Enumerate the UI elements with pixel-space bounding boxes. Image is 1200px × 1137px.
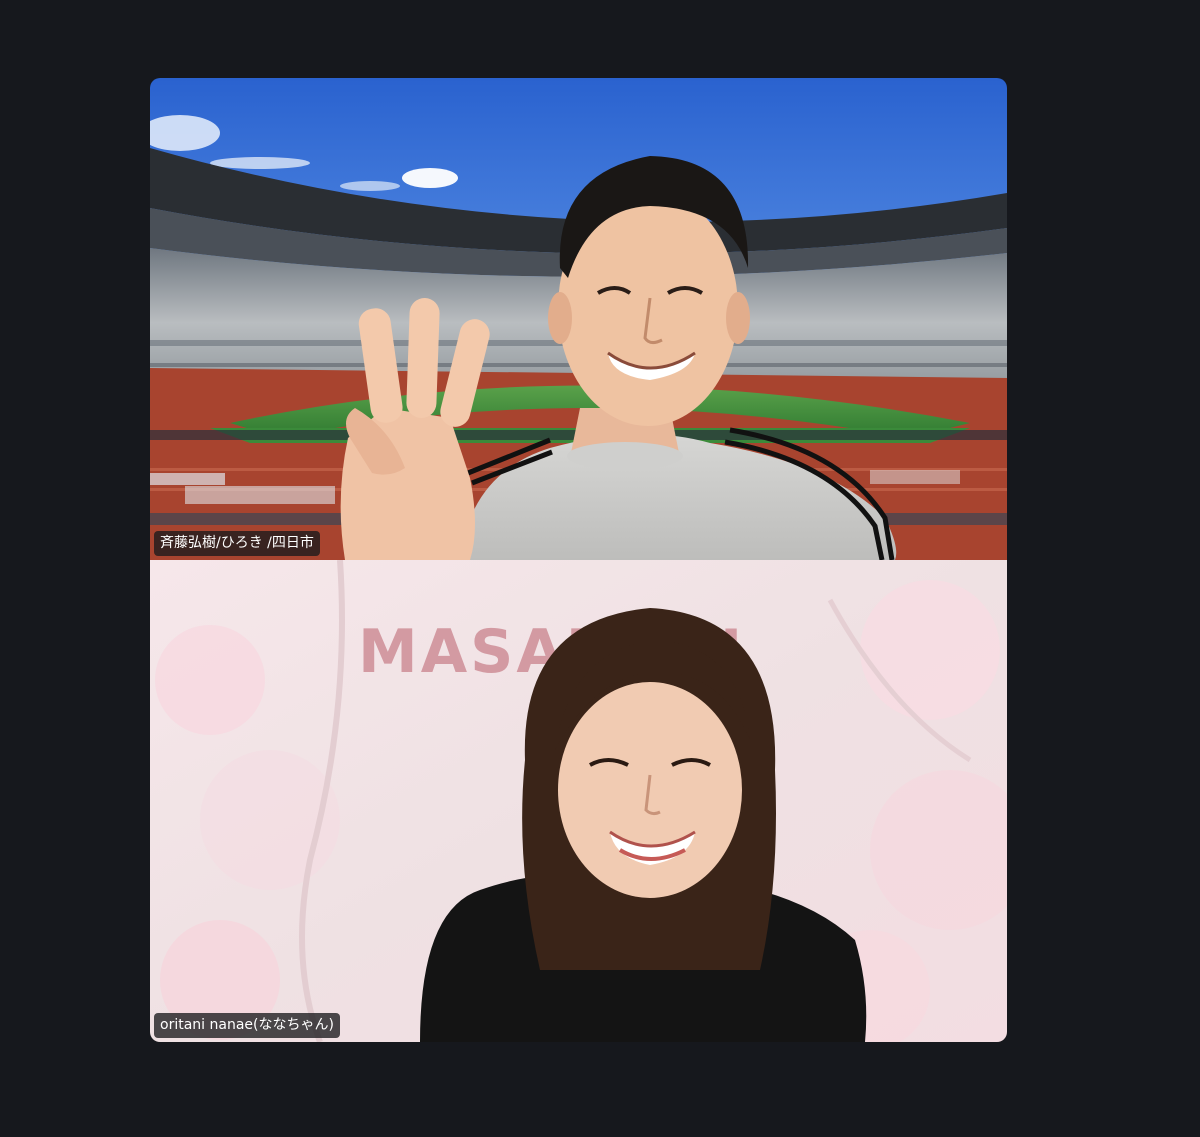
participant-tile-1[interactable]: 斉藤弘樹/ひろき /四日市: [150, 78, 1007, 560]
video-feed-1: [150, 78, 1007, 560]
participant-name-label: 斉藤弘樹/ひろき /四日市: [154, 531, 320, 556]
video-feed-2: MASAHIRU: [150, 560, 1007, 1042]
participant-name-label: oritani nanae(ななちゃん): [154, 1013, 340, 1038]
participant-tile-2[interactable]: MASAHIRU oritani nanae(ななちゃん): [150, 560, 1007, 1042]
video-grid: 斉藤弘樹/ひろき /四日市 MASAHIRU oritani nanae(ななち…: [150, 78, 1007, 1042]
